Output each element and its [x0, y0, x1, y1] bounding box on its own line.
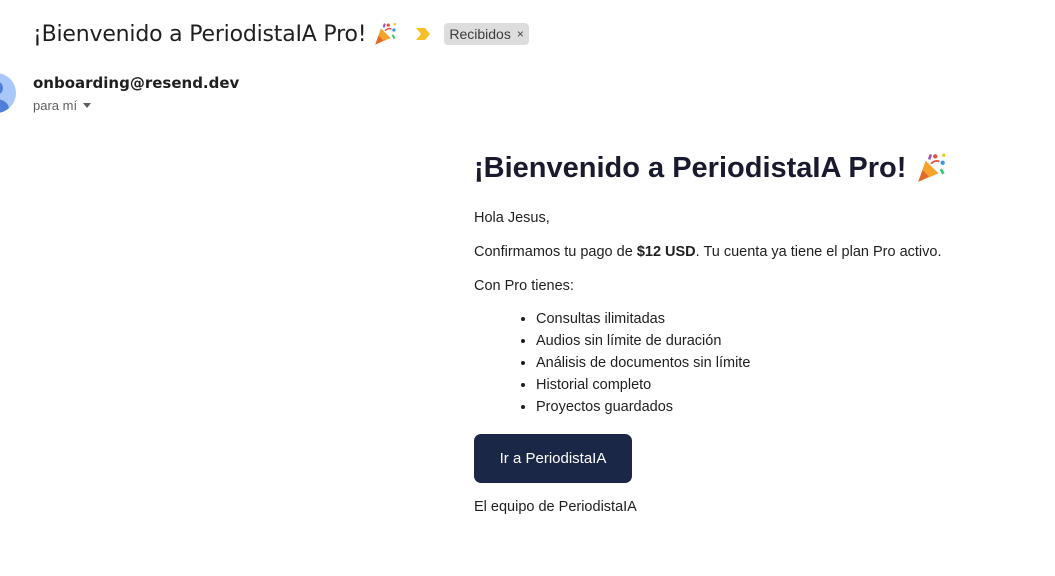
list-item: Consultas ilimitadas — [536, 308, 1034, 330]
payment-confirmation: Confirmamos tu pago de $12 USD. Tu cuent… — [474, 244, 1034, 260]
confirm-suffix: . Tu cuenta ya tiene el plan Pro activo. — [695, 244, 942, 260]
party-popper-icon — [375, 23, 397, 45]
label-chip-text: Recibidos — [449, 26, 511, 42]
email-heading-text: ¡Bienvenido a PeriodistaIA Pro! — [474, 151, 907, 184]
greeting-text: Hola Jesus, — [474, 210, 550, 226]
importance-marker-icon[interactable] — [416, 28, 431, 40]
list-item: Audios sin límite de duración — [536, 330, 1034, 352]
go-to-periodistaia-button[interactable]: Ir a PeriodistaIA — [474, 434, 632, 483]
confirm-prefix: Confirmamos tu pago de — [474, 244, 637, 260]
features-intro: Con Pro tienes: — [474, 278, 574, 294]
email-body: ¡Bienvenido a PeriodistaIA Pro! Hola Jes… — [474, 146, 1034, 515]
list-item: Análisis de documentos sin límite — [536, 352, 1034, 374]
feature-list: Consultas ilimitadas Audios sin límite d… — [474, 308, 1034, 418]
email-subject-row: ¡Bienvenido a PeriodistaIA Pro! Recibido… — [33, 17, 529, 51]
email-heading: ¡Bienvenido a PeriodistaIA Pro! — [474, 146, 1034, 190]
sender-avatar[interactable] — [0, 73, 16, 113]
recipient-label: para mí — [33, 98, 78, 113]
list-item: Proyectos guardados — [536, 396, 1034, 418]
label-chip-inbox: Recibidos × — [444, 23, 529, 45]
payment-amount: $12 USD — [636, 244, 696, 260]
person-icon — [0, 82, 9, 113]
recipient-line: para mí — [33, 98, 239, 113]
remove-label-button[interactable]: × — [517, 27, 524, 41]
details-dropdown-icon[interactable] — [83, 103, 92, 108]
sender-info: onboarding@resend.dev para mí — [33, 74, 239, 113]
party-popper-icon — [918, 153, 946, 182]
sender-email[interactable]: onboarding@resend.dev — [33, 74, 239, 92]
list-item: Historial completo — [536, 374, 1034, 396]
email-subject: ¡Bienvenido a PeriodistaIA Pro! — [33, 21, 367, 47]
email-signature: El equipo de PeriodistaIA — [474, 499, 637, 515]
